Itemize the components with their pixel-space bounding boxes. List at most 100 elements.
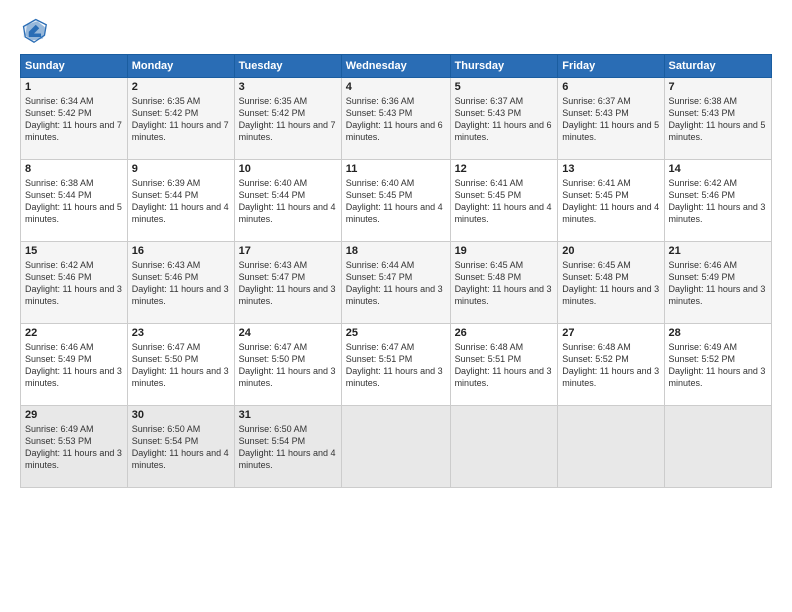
day-detail: Sunrise: 6:41 AMSunset: 5:45 PMDaylight:…	[455, 177, 554, 226]
calendar-day-cell: 12 Sunrise: 6:41 AMSunset: 5:45 PMDayligh…	[450, 160, 558, 242]
calendar-day-cell: 28 Sunrise: 6:49 AMSunset: 5:52 PMDayligh…	[664, 324, 771, 406]
day-number: 21	[669, 245, 767, 257]
day-detail: Sunrise: 6:37 AMSunset: 5:43 PMDaylight:…	[562, 95, 659, 144]
calendar-week-row: 8 Sunrise: 6:38 AMSunset: 5:44 PMDaylight…	[21, 160, 772, 242]
day-number: 18	[346, 245, 446, 257]
day-number: 25	[346, 327, 446, 339]
calendar-day-cell: 5 Sunrise: 6:37 AMSunset: 5:43 PMDaylight…	[450, 78, 558, 160]
day-detail: Sunrise: 6:43 AMSunset: 5:47 PMDaylight:…	[239, 259, 337, 308]
day-number: 6	[562, 81, 659, 93]
calendar-day-cell: 13 Sunrise: 6:41 AMSunset: 5:45 PMDayligh…	[558, 160, 664, 242]
calendar-day-cell	[341, 406, 450, 488]
day-of-week-header: Saturday	[664, 55, 771, 78]
calendar-day-cell: 19 Sunrise: 6:45 AMSunset: 5:48 PMDayligh…	[450, 242, 558, 324]
calendar-day-cell	[450, 406, 558, 488]
day-detail: Sunrise: 6:49 AMSunset: 5:52 PMDaylight:…	[669, 341, 767, 390]
calendar-header: SundayMondayTuesdayWednesdayThursdayFrid…	[21, 55, 772, 78]
calendar-day-cell: 15 Sunrise: 6:42 AMSunset: 5:46 PMDayligh…	[21, 242, 128, 324]
day-number: 14	[669, 163, 767, 175]
day-detail: Sunrise: 6:38 AMSunset: 5:44 PMDaylight:…	[25, 177, 123, 226]
day-number: 8	[25, 163, 123, 175]
day-detail: Sunrise: 6:41 AMSunset: 5:45 PMDaylight:…	[562, 177, 659, 226]
day-number: 22	[25, 327, 123, 339]
day-of-week-header: Monday	[127, 55, 234, 78]
calendar-week-row: 22 Sunrise: 6:46 AMSunset: 5:49 PMDayligh…	[21, 324, 772, 406]
calendar-day-cell: 21 Sunrise: 6:46 AMSunset: 5:49 PMDayligh…	[664, 242, 771, 324]
calendar-table: SundayMondayTuesdayWednesdayThursdayFrid…	[20, 54, 772, 488]
calendar-day-cell: 7Sunrise: 6:38 AMSunset: 5:43 PMDaylight…	[664, 78, 771, 160]
day-detail: Sunrise: 6:48 AMSunset: 5:51 PMDaylight:…	[455, 341, 554, 390]
calendar-day-cell: 31 Sunrise: 6:50 AMSunset: 5:54 PMDayligh…	[234, 406, 341, 488]
calendar-day-cell: 10 Sunrise: 6:40 AMSunset: 5:44 PMDayligh…	[234, 160, 341, 242]
day-number: 27	[562, 327, 659, 339]
day-detail: Sunrise: 6:49 AMSunset: 5:53 PMDaylight:…	[25, 423, 123, 472]
day-number: 1	[25, 81, 123, 93]
day-detail: Sunrise: 6:46 AMSunset: 5:49 PMDaylight:…	[669, 259, 767, 308]
day-number: 5	[455, 81, 554, 93]
day-detail: Sunrise: 6:36 AMSunset: 5:43 PMDaylight:…	[346, 95, 446, 144]
day-detail: Sunrise: 6:47 AMSunset: 5:51 PMDaylight:…	[346, 341, 446, 390]
calendar-day-cell: 20 Sunrise: 6:45 AMSunset: 5:48 PMDayligh…	[558, 242, 664, 324]
calendar-day-cell: 16 Sunrise: 6:43 AMSunset: 5:46 PMDayligh…	[127, 242, 234, 324]
day-number: 4	[346, 81, 446, 93]
calendar-week-row: 29 Sunrise: 6:49 AMSunset: 5:53 PMDayligh…	[21, 406, 772, 488]
calendar-day-cell: 9Sunrise: 6:39 AMSunset: 5:44 PMDaylight…	[127, 160, 234, 242]
day-detail: Sunrise: 6:44 AMSunset: 5:47 PMDaylight:…	[346, 259, 446, 308]
calendar-day-cell: 6 Sunrise: 6:37 AMSunset: 5:43 PMDaylight…	[558, 78, 664, 160]
calendar-day-cell: 18 Sunrise: 6:44 AMSunset: 5:47 PMDayligh…	[341, 242, 450, 324]
header	[20, 16, 772, 44]
day-number: 26	[455, 327, 554, 339]
day-number: 28	[669, 327, 767, 339]
day-detail: Sunrise: 6:35 AMSunset: 5:42 PMDaylight:…	[239, 95, 337, 144]
day-number: 15	[25, 245, 123, 257]
calendar-day-cell: 26 Sunrise: 6:48 AMSunset: 5:51 PMDayligh…	[450, 324, 558, 406]
calendar-day-cell: 2Sunrise: 6:35 AMSunset: 5:42 PMDaylight…	[127, 78, 234, 160]
day-detail: Sunrise: 6:43 AMSunset: 5:46 PMDaylight:…	[132, 259, 230, 308]
day-number: 30	[132, 409, 230, 421]
day-of-week-header: Sunday	[21, 55, 128, 78]
day-of-week-header: Thursday	[450, 55, 558, 78]
day-number: 13	[562, 163, 659, 175]
calendar-day-cell: 24 Sunrise: 6:47 AMSunset: 5:50 PMDayligh…	[234, 324, 341, 406]
calendar-day-cell: 17 Sunrise: 6:43 AMSunset: 5:47 PMDayligh…	[234, 242, 341, 324]
day-number: 10	[239, 163, 337, 175]
day-number: 19	[455, 245, 554, 257]
calendar-day-cell: 4 Sunrise: 6:36 AMSunset: 5:43 PMDaylight…	[341, 78, 450, 160]
day-detail: Sunrise: 6:37 AMSunset: 5:43 PMDaylight:…	[455, 95, 554, 144]
day-of-week-header: Wednesday	[341, 55, 450, 78]
logo-icon	[20, 16, 48, 44]
day-detail: Sunrise: 6:50 AMSunset: 5:54 PMDaylight:…	[239, 423, 337, 472]
day-detail: Sunrise: 6:47 AMSunset: 5:50 PMDaylight:…	[239, 341, 337, 390]
day-detail: Sunrise: 6:35 AMSunset: 5:42 PMDaylight:…	[132, 95, 230, 144]
calendar-body: 1Sunrise: 6:34 AMSunset: 5:42 PMDaylight…	[21, 78, 772, 488]
calendar-week-row: 15 Sunrise: 6:42 AMSunset: 5:46 PMDayligh…	[21, 242, 772, 324]
calendar-day-cell: 22 Sunrise: 6:46 AMSunset: 5:49 PMDayligh…	[21, 324, 128, 406]
day-number: 3	[239, 81, 337, 93]
day-number: 16	[132, 245, 230, 257]
day-number: 17	[239, 245, 337, 257]
calendar-day-cell: 23Sunrise: 6:47 AMSunset: 5:50 PMDayligh…	[127, 324, 234, 406]
day-detail: Sunrise: 6:48 AMSunset: 5:52 PMDaylight:…	[562, 341, 659, 390]
day-number: 7	[669, 81, 767, 93]
calendar-day-cell: 11Sunrise: 6:40 AMSunset: 5:45 PMDayligh…	[341, 160, 450, 242]
day-detail: Sunrise: 6:46 AMSunset: 5:49 PMDaylight:…	[25, 341, 123, 390]
day-number: 23	[132, 327, 230, 339]
day-number: 31	[239, 409, 337, 421]
day-detail: Sunrise: 6:40 AMSunset: 5:45 PMDaylight:…	[346, 177, 446, 226]
day-detail: Sunrise: 6:40 AMSunset: 5:44 PMDaylight:…	[239, 177, 337, 226]
day-detail: Sunrise: 6:42 AMSunset: 5:46 PMDaylight:…	[25, 259, 123, 308]
logo	[20, 16, 52, 44]
day-number: 20	[562, 245, 659, 257]
day-number: 12	[455, 163, 554, 175]
day-detail: Sunrise: 6:45 AMSunset: 5:48 PMDaylight:…	[455, 259, 554, 308]
day-detail: Sunrise: 6:45 AMSunset: 5:48 PMDaylight:…	[562, 259, 659, 308]
calendar-day-cell	[558, 406, 664, 488]
day-number: 24	[239, 327, 337, 339]
calendar-week-row: 1Sunrise: 6:34 AMSunset: 5:42 PMDaylight…	[21, 78, 772, 160]
day-number: 29	[25, 409, 123, 421]
calendar-day-cell: 8 Sunrise: 6:38 AMSunset: 5:44 PMDaylight…	[21, 160, 128, 242]
calendar-day-cell: 27 Sunrise: 6:48 AMSunset: 5:52 PMDayligh…	[558, 324, 664, 406]
calendar-day-cell: 29 Sunrise: 6:49 AMSunset: 5:53 PMDayligh…	[21, 406, 128, 488]
calendar-header-row: SundayMondayTuesdayWednesdayThursdayFrid…	[21, 55, 772, 78]
calendar-day-cell: 1Sunrise: 6:34 AMSunset: 5:42 PMDaylight…	[21, 78, 128, 160]
